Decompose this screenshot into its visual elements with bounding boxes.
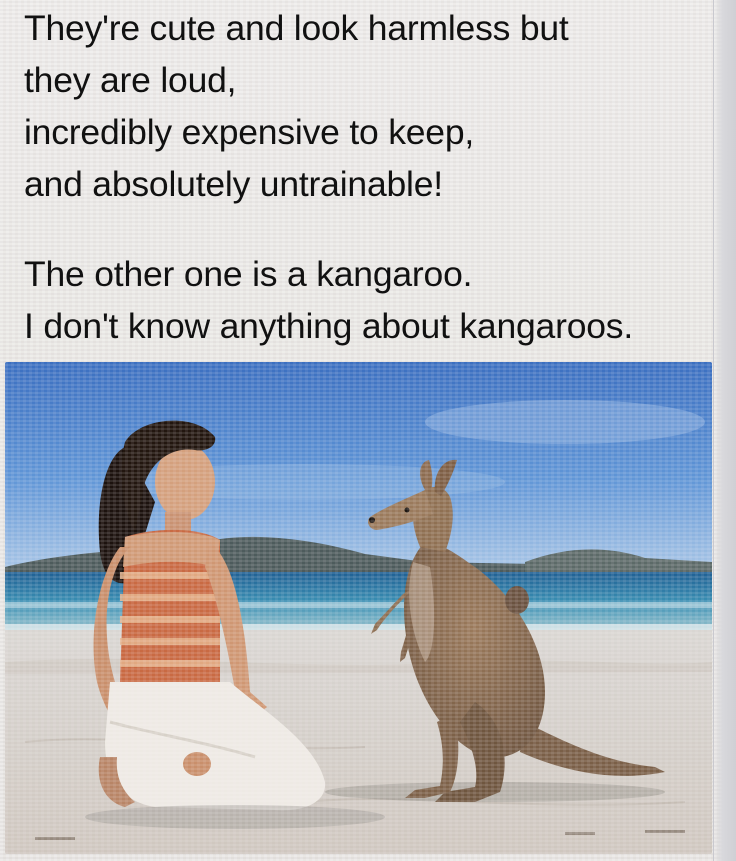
caption-line: They're cute and look harmless but: [24, 8, 569, 48]
photo-illustration: [5, 362, 712, 854]
kangaroo-beach-photo: [5, 362, 712, 854]
caption-text-block: They're cute and look harmless but they …: [24, 2, 724, 210]
caption-line: The other one is a kangaroo.: [24, 254, 473, 294]
caption-line: they are loud,: [24, 60, 237, 100]
caption-punchline-block: The other one is a kangaroo. I don't kno…: [24, 248, 724, 352]
caption-line: and absolutely untrainable!: [24, 164, 443, 204]
caption-line: I don't know anything about kangaroos.: [24, 306, 634, 346]
caption-line: incredibly expensive to keep,: [24, 112, 475, 152]
